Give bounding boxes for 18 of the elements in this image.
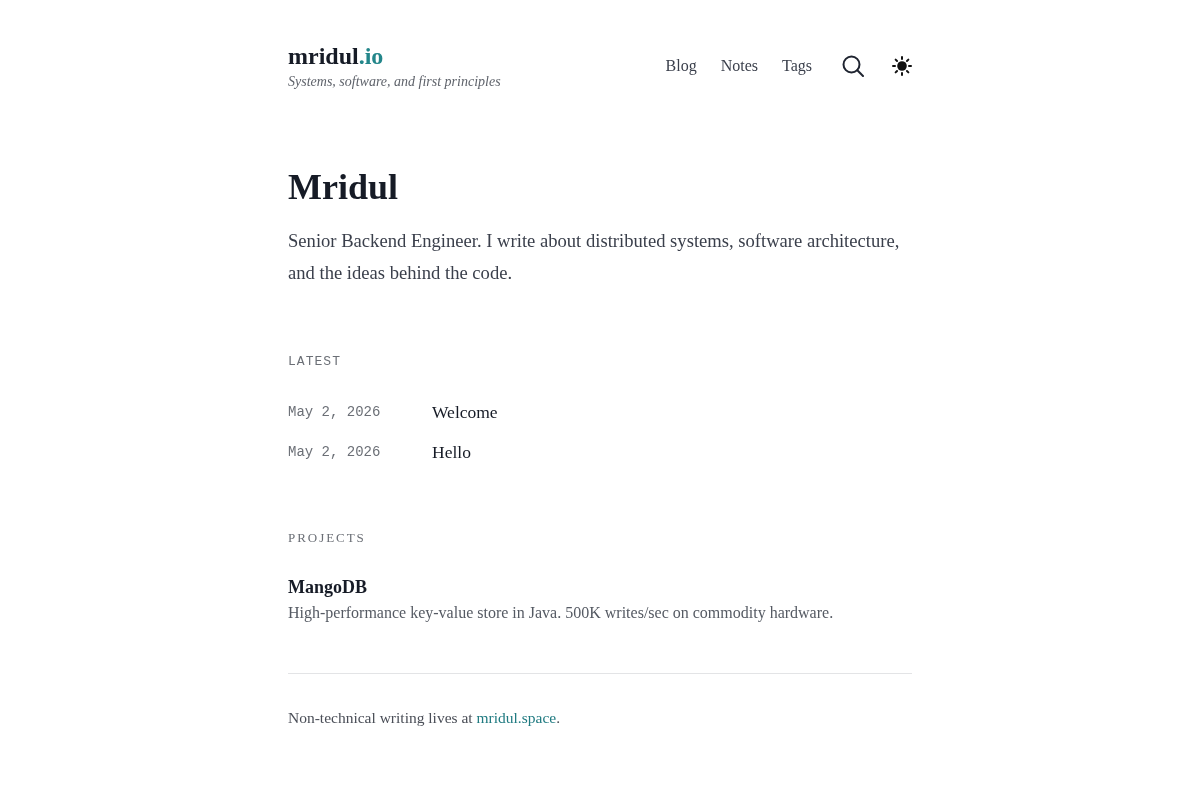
page-title: Mridul xyxy=(288,166,398,209)
footer-note: Non-technical writing lives at mridul.space. xyxy=(288,708,561,728)
section-heading: LATEST xyxy=(288,353,342,371)
post-link[interactable]: Hello xyxy=(432,440,471,464)
nav-link[interactable]: Tags xyxy=(782,54,812,78)
post-date: May 2, 2026 xyxy=(288,443,382,462)
site-tagline: Systems, software, and first principles xyxy=(288,73,501,91)
post-date: May 2, 2026 xyxy=(288,403,382,422)
project-description: High-performance key-value store in Java. 500K writes/sec on commodity hardware. xyxy=(288,603,834,624)
project-link[interactable]: MangoDB xyxy=(288,574,367,600)
section-heading: PROJECTS xyxy=(288,529,366,547)
nav-link[interactable]: Blog xyxy=(665,54,697,78)
search-icon[interactable] xyxy=(842,55,864,77)
nav-link[interactable]: Notes xyxy=(720,54,758,78)
site-logo[interactable]: mridul.io xyxy=(288,40,384,72)
sun-icon[interactable] xyxy=(892,56,912,76)
post-link[interactable]: Welcome xyxy=(432,400,498,424)
bio-text: Senior Backend Engineer. I write about distributed systems, software architecture, and the ideas behind the code. xyxy=(288,229,901,285)
